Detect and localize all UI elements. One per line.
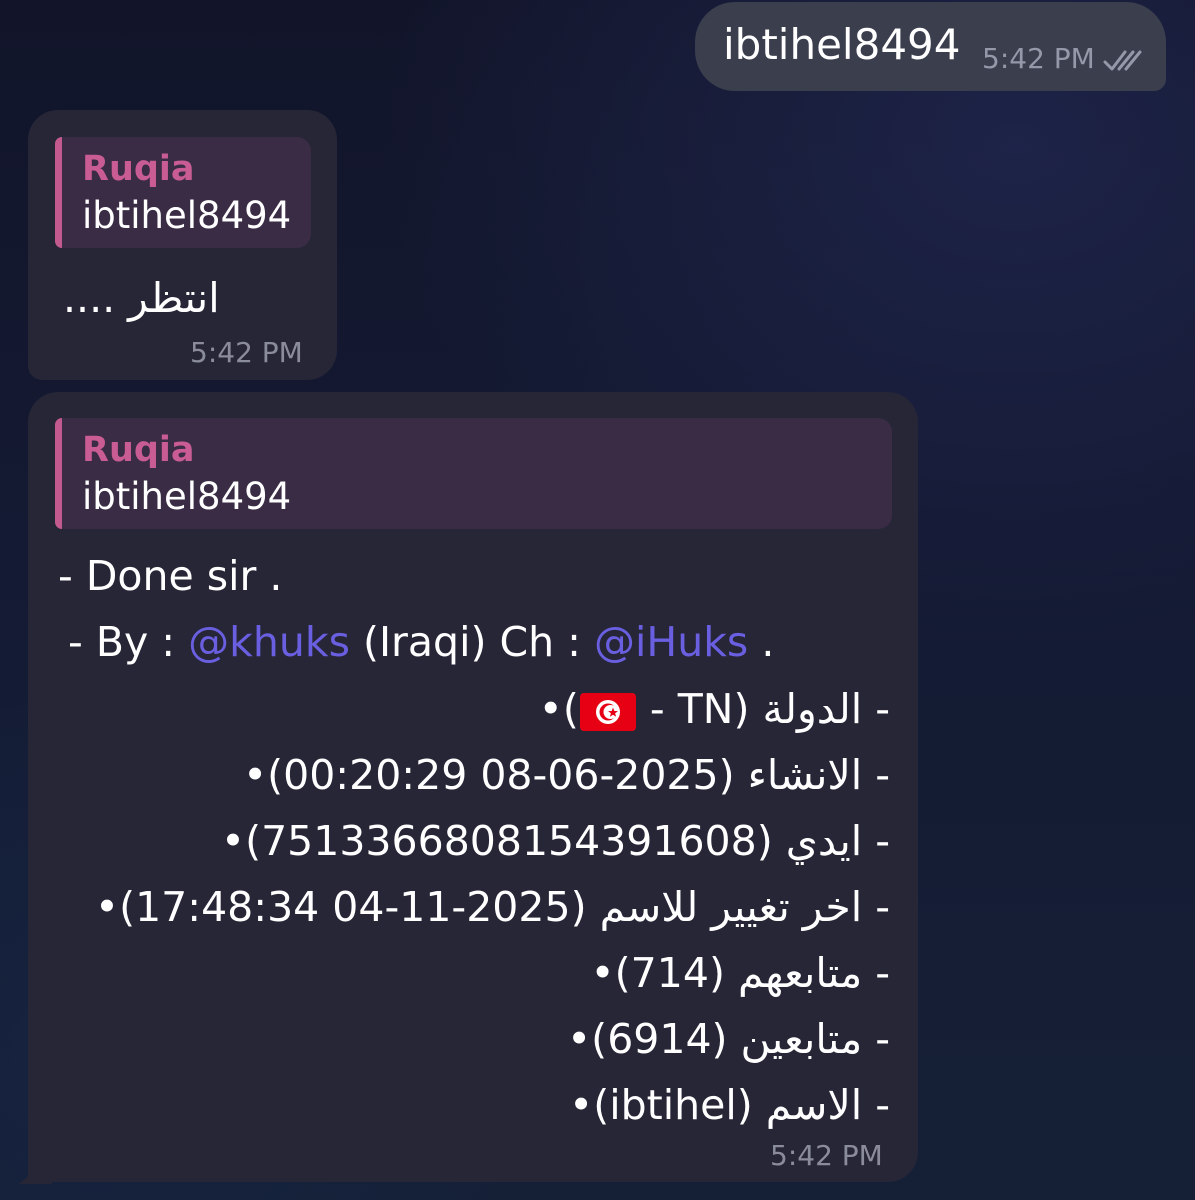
incoming-message-time: 5:42 PM xyxy=(770,1139,883,1172)
wait-message-text: انتظر .... xyxy=(63,274,220,322)
outgoing-message-time: 5:42 PM xyxy=(982,42,1095,75)
credit-suffix: . xyxy=(748,618,775,666)
mention-link-ihuks[interactable]: @iHuks xyxy=(594,618,748,666)
credit-prefix: - By : xyxy=(68,618,189,666)
mention-link-khuks[interactable]: @khuks xyxy=(188,618,350,666)
reply-quoted-text: ibtihel8494 xyxy=(82,475,292,518)
credit-line: - By : @khuks (Iraqi) Ch : @iHuks . xyxy=(68,617,774,667)
followers-count-line: - متابعين (6914)• xyxy=(567,1015,890,1063)
tunisia-flag-icon xyxy=(579,693,636,731)
credit-middle: (Iraqi) Ch : xyxy=(349,618,594,666)
following-count-line: - متابعهم (714)• xyxy=(590,949,890,997)
reply-quoted-text: ibtihel8494 xyxy=(82,194,292,237)
country-line: - الدولة (TN - )• xyxy=(539,684,890,734)
last-name-change-line: - اخر تغيير للاسم (2025-11-04 17:48:34)• xyxy=(94,883,890,931)
chat-area: ibtihel8494 5:42 PM Ruqia ibtihel8494 ان… xyxy=(0,0,1195,1200)
reply-sender-name: Ruqia xyxy=(82,149,195,189)
incoming-message-bubble-wait[interactable]: Ruqia ibtihel8494 انتظر .... 5:42 PM xyxy=(28,110,337,380)
country-suffix: )• xyxy=(538,685,579,733)
country-prefix: - الدولة (TN - xyxy=(636,685,890,733)
creation-date-line: - الانشاء (2025-06-08 00:20:29)• xyxy=(242,751,890,799)
incoming-message-time: 5:42 PM xyxy=(190,336,303,369)
done-line: - Done sir . xyxy=(58,552,283,600)
display-name-line: - الاسم (ibtihel)• xyxy=(569,1081,890,1129)
outgoing-message-bubble[interactable]: ibtihel8494 5:42 PM xyxy=(695,2,1166,91)
outgoing-message-text: ibtihel8494 xyxy=(723,20,961,69)
reply-quote[interactable]: Ruqia ibtihel8494 xyxy=(55,137,311,248)
reply-quote[interactable]: Ruqia ibtihel8494 xyxy=(55,418,892,529)
incoming-message-bubble-result[interactable]: Ruqia ibtihel8494 - Done sir . - By : @k… xyxy=(28,392,918,1182)
account-id-line: - ايدي (7513366808154391608)• xyxy=(220,817,890,865)
double-check-icon xyxy=(1103,50,1142,71)
reply-sender-name: Ruqia xyxy=(82,430,195,470)
